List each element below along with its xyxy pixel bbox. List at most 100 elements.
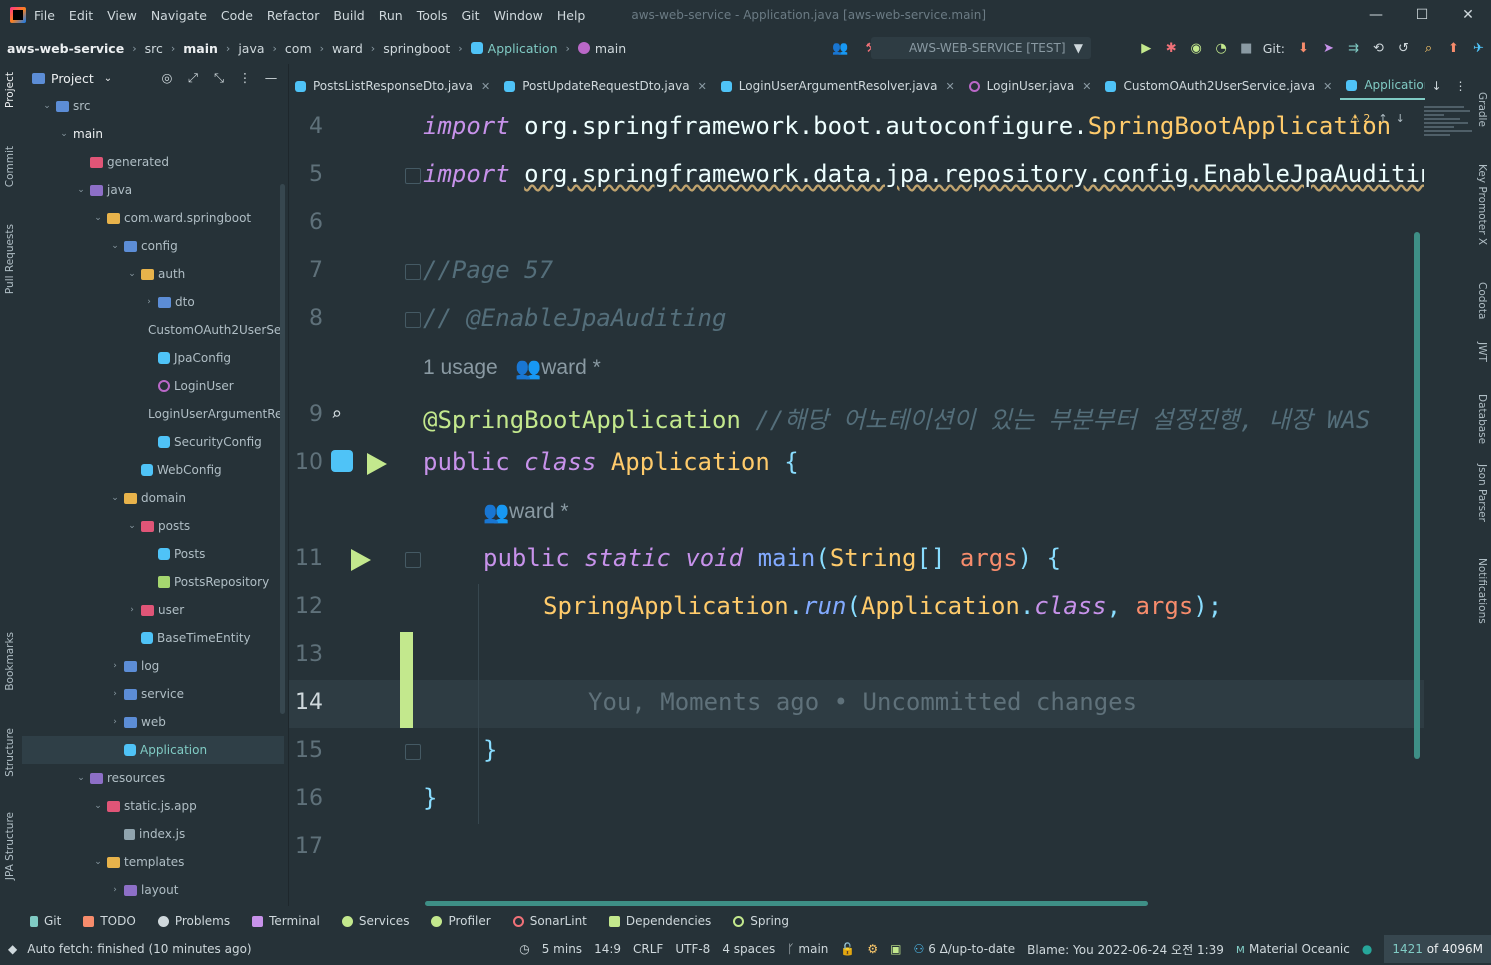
tool-dependencies[interactable]: Dependencies <box>608 914 711 928</box>
fold-marker-icon[interactable] <box>405 312 421 328</box>
tool-window-jpa-structure[interactable]: JPA Structure <box>4 812 16 880</box>
menu-refactor[interactable]: Refactor <box>267 8 319 23</box>
tool-window-notifications[interactable]: Notifications <box>1476 558 1488 624</box>
git-history-icon[interactable]: ⟲ <box>1366 41 1391 56</box>
search-icon[interactable]: ⌕ <box>331 404 342 425</box>
tool-window-database[interactable]: Database <box>1476 394 1488 444</box>
profile-icon[interactable]: ◔ <box>1209 41 1234 56</box>
blame-info[interactable]: Blame: You 2022-06-24 오전 1:39 <box>1027 941 1224 958</box>
tree-item[interactable]: generated <box>22 148 284 176</box>
run-configuration-select[interactable]: AWS-WEB-SERVICE [TEST] ▼ <box>871 37 1091 59</box>
breadcrumb-java[interactable]: java <box>238 41 264 56</box>
tool-window-gradle[interactable]: Gradle <box>1476 92 1488 127</box>
fold-marker-icon[interactable] <box>405 744 421 760</box>
tree-item[interactable]: ⌄ templates <box>22 848 284 876</box>
coverage-icon[interactable]: ◉ <box>1184 41 1209 56</box>
tree-item[interactable]: ⌄ auth <box>22 260 284 288</box>
status-circle-icon[interactable]: ● <box>1362 942 1372 956</box>
tree-item[interactable]: LoginUser <box>22 372 284 400</box>
tool-window-key-promoter[interactable]: Key Promoter X <box>1476 164 1488 245</box>
menu-run[interactable]: Run <box>379 8 403 23</box>
tree-item[interactable]: › service <box>22 680 284 708</box>
close-tab-icon[interactable]: ✕ <box>698 80 707 93</box>
theme-name[interactable]: Material Oceanic <box>1249 942 1350 956</box>
author-hint[interactable]: ward * <box>509 500 569 523</box>
editor-tab[interactable]: PostUpdateRequestDto.java ✕ <box>498 72 715 100</box>
breadcrumb-project[interactable]: aws-web-service <box>7 41 124 56</box>
menu-navigate[interactable]: Navigate <box>151 8 207 23</box>
line-number[interactable]: 9 <box>289 402 323 427</box>
chevron-down-icon[interactable]: ⌄ <box>108 493 122 503</box>
git-rollback-icon[interactable]: ↺ <box>1391 41 1416 56</box>
usage-count[interactable]: 1 usage <box>423 356 498 379</box>
git-branch[interactable]: main <box>798 942 828 956</box>
tree-item[interactable]: ⌄ src <box>22 92 284 120</box>
fold-marker-icon[interactable] <box>405 168 421 184</box>
status-diamond-icon[interactable]: ◆ <box>8 942 17 956</box>
tree-scrollbar[interactable] <box>280 184 285 714</box>
breadcrumb-com[interactable]: com <box>285 41 312 56</box>
chevron-down-icon[interactable]: ⌄ <box>125 521 139 531</box>
tree-item[interactable]: ⌄ com.ward.springboot <box>22 204 284 232</box>
inspection-widget[interactable]: ⚠ 2 ↑ ↓ <box>1350 112 1413 125</box>
code-editor[interactable]: 4 5 6 7 8 9 10 11 12 13 14 15 16 17 import org.spring… <box>289 104 1424 906</box>
tree-item[interactable]: › log <box>22 652 284 680</box>
fold-marker-icon[interactable] <box>405 264 421 280</box>
chevron-right-icon[interactable]: › <box>108 661 122 671</box>
notification-icon[interactable]: ⚙ <box>867 942 878 956</box>
user-switch-icon[interactable]: 👥 <box>828 41 853 56</box>
tool-window-project[interactable]: Project <box>4 72 16 108</box>
author-hint[interactable]: ward * <box>541 356 601 379</box>
tool-services[interactable]: Services <box>341 914 409 928</box>
tree-item[interactable]: LoginUserArgumentResolver <box>22 400 284 428</box>
tree-item[interactable]: BaseTimeEntity <box>22 624 284 652</box>
warning-count[interactable]: ⚠ 2 <box>1350 112 1370 125</box>
minimap[interactable] <box>1424 104 1476 160</box>
line-number[interactable]: 15 <box>289 738 323 763</box>
chevron-right-icon[interactable]: › <box>108 717 122 727</box>
line-number[interactable]: 10 <box>289 450 323 475</box>
tree-item[interactable]: ⌄ config <box>22 232 284 260</box>
tree-item[interactable]: › dto <box>22 288 284 316</box>
breadcrumb-springboot[interactable]: springboot <box>383 41 450 56</box>
line-number[interactable]: 7 <box>289 258 323 283</box>
editor-tab[interactable]: LoginUser.java ✕ <box>963 72 1100 100</box>
line-number[interactable]: 8 <box>289 306 323 331</box>
line-number[interactable]: 4 <box>289 114 323 139</box>
implemented-class-icon[interactable] <box>331 450 353 472</box>
tree-item[interactable]: ⌄ resources <box>22 764 284 792</box>
run-icon[interactable]: ▶ <box>1134 41 1159 56</box>
menu-file[interactable]: File <box>34 8 55 23</box>
git-push-icon[interactable]: ➤ <box>1316 41 1341 56</box>
memory-indicator[interactable]: 1421 of 4096M <box>1384 935 1491 963</box>
fold-marker-icon[interactable] <box>405 552 421 568</box>
stop-icon[interactable]: ■ <box>1234 41 1259 56</box>
vcs-status[interactable]: 6 Δ/up-to-date <box>928 942 1015 956</box>
chevron-right-icon[interactable]: › <box>125 605 139 615</box>
chevron-down-icon[interactable]: ⌄ <box>57 129 71 139</box>
line-number[interactable]: 17 <box>289 834 323 859</box>
tree-item[interactable]: CustomOAuth2UserService <box>22 316 284 344</box>
tool-window-codota[interactable]: Codota <box>1476 282 1488 319</box>
line-number[interactable]: 13 <box>289 642 323 667</box>
tree-item[interactable]: › web <box>22 708 284 736</box>
breadcrumb-main[interactable]: main <box>183 41 218 56</box>
menu-code[interactable]: Code <box>221 8 253 23</box>
chevron-down-icon[interactable]: ⌄ <box>104 73 112 84</box>
chevron-right-icon[interactable]: › <box>108 689 122 699</box>
tab-list-dropdown-icon[interactable]: ↓ <box>1431 79 1441 93</box>
status-time[interactable]: 5 mins <box>542 942 582 956</box>
hide-panel-icon[interactable]: — <box>258 70 284 86</box>
close-tab-icon[interactable]: ✕ <box>1082 80 1091 93</box>
tool-window-json-parser[interactable]: Json Parser <box>1476 464 1488 522</box>
menu-build[interactable]: Build <box>333 8 364 23</box>
git-pull-request-icon[interactable]: ⇉ <box>1341 41 1366 56</box>
tree-item[interactable]: ⌄ main <box>22 120 284 148</box>
vcs-change-marker[interactable] <box>400 632 413 728</box>
breadcrumb-class[interactable]: Application <box>470 41 558 56</box>
line-number[interactable]: 14 <box>289 690 323 715</box>
chevron-right-icon[interactable]: › <box>108 885 122 895</box>
chevron-down-icon[interactable]: ⌄ <box>74 773 88 783</box>
caret-position[interactable]: 14:9 <box>594 942 621 956</box>
file-encoding[interactable]: UTF-8 <box>675 942 710 956</box>
